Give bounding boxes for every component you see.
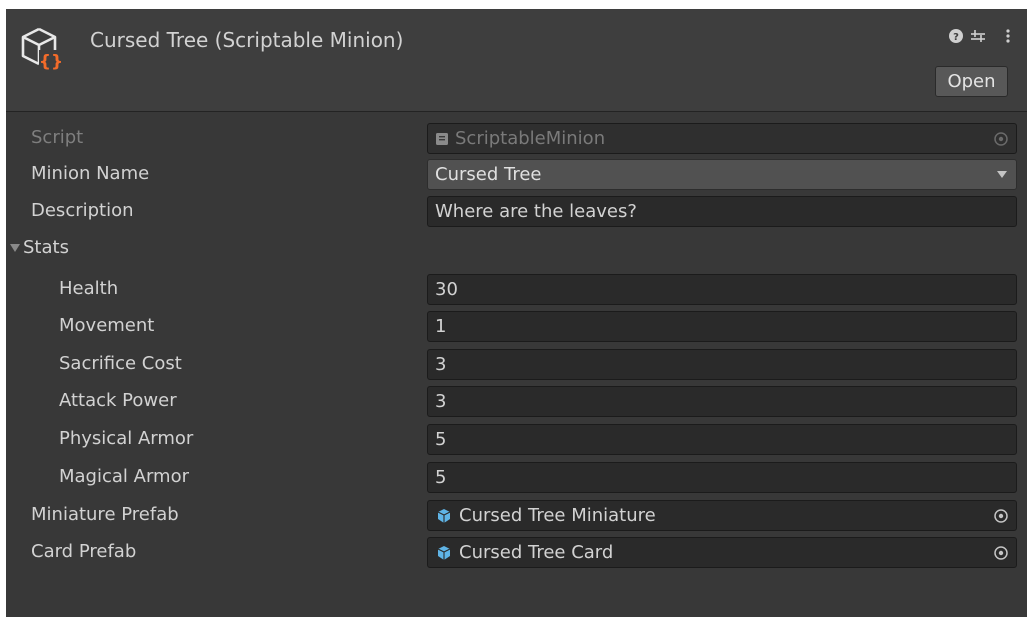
script-label: Script (31, 127, 84, 148)
sacrifice-cost-label: Sacrifice Cost (59, 353, 182, 374)
movement-row: Movement 1 (6, 308, 1027, 344)
object-picker-icon (994, 132, 1008, 146)
kebab-menu-icon[interactable] (998, 25, 1018, 47)
health-label: Health (59, 278, 119, 299)
magical-armor-label: Magical Armor (59, 466, 189, 487)
svg-text:{}: {} (39, 52, 63, 70)
miniature-prefab-row: Miniature Prefab Cursed Tree Miniature (6, 497, 1027, 533)
physical-armor-value: 5 (435, 429, 447, 450)
script-row: Script ScriptableMinion (6, 120, 1027, 156)
object-picker-icon[interactable] (993, 545, 1009, 561)
script-icon (436, 132, 448, 145)
physical-armor-row: Physical Armor 5 (6, 421, 1027, 457)
health-value: 30 (435, 279, 458, 300)
minion-name-dropdown[interactable]: Cursed Tree (427, 159, 1017, 190)
movement-label: Movement (59, 315, 155, 336)
stats-foldout[interactable]: Stats (6, 230, 1027, 266)
sacrifice-cost-row: Sacrifice Cost 3 (6, 346, 1027, 382)
scriptable-object-icon: {} (21, 27, 63, 70)
description-value: Where are the leaves? (435, 201, 637, 222)
movement-value: 1 (435, 316, 447, 337)
open-button[interactable]: Open (935, 66, 1008, 97)
inspector-title: Cursed Tree (Scriptable Minion) (90, 28, 404, 52)
physical-armor-field[interactable]: 5 (427, 424, 1017, 455)
card-prefab-value: Cursed Tree Card (459, 542, 614, 563)
object-picker-icon[interactable] (993, 508, 1009, 524)
preset-sliders-icon[interactable] (968, 25, 988, 47)
card-prefab-field[interactable]: Cursed Tree Card (427, 537, 1017, 568)
sacrifice-cost-field[interactable]: 3 (427, 349, 1017, 380)
description-field[interactable]: Where are the leaves? (427, 196, 1017, 227)
svg-text:?: ? (953, 32, 959, 43)
attack-power-field[interactable]: 3 (427, 386, 1017, 417)
foldout-arrow-icon[interactable] (10, 244, 20, 252)
prefab-cube-icon (437, 545, 451, 560)
attack-power-row: Attack Power 3 (6, 383, 1027, 419)
prefab-cube-icon (437, 508, 451, 523)
inspector-panel: {} Cursed Tree (Scriptable Minion) ? Ope… (6, 9, 1027, 617)
minion-name-row: Minion Name Cursed Tree (6, 156, 1027, 192)
health-row: Health 30 (6, 271, 1027, 307)
minion-name-value: Cursed Tree (435, 164, 542, 185)
health-field[interactable]: 30 (427, 274, 1017, 305)
card-prefab-row: Card Prefab Cursed Tree Card (6, 534, 1027, 570)
movement-field[interactable]: 1 (427, 311, 1017, 342)
help-icon[interactable]: ? (946, 25, 966, 47)
minion-name-label: Minion Name (31, 163, 150, 184)
miniature-prefab-label: Miniature Prefab (31, 504, 179, 525)
description-label: Description (31, 200, 134, 221)
miniature-prefab-field[interactable]: Cursed Tree Miniature (427, 500, 1017, 531)
chevron-down-icon (997, 171, 1007, 178)
description-row: Description Where are the leaves? (6, 193, 1027, 229)
sacrifice-cost-value: 3 (435, 354, 447, 375)
magical-armor-value: 5 (435, 467, 447, 488)
script-field: ScriptableMinion (427, 123, 1017, 154)
magical-armor-field[interactable]: 5 (427, 462, 1017, 493)
stats-label: Stats (23, 237, 69, 258)
attack-power-value: 3 (435, 391, 447, 412)
attack-power-label: Attack Power (59, 390, 177, 411)
card-prefab-label: Card Prefab (31, 541, 137, 562)
magical-armor-row: Magical Armor 5 (6, 459, 1027, 495)
inspector-header: {} Cursed Tree (Scriptable Minion) ? Ope… (6, 9, 1027, 112)
script-value: ScriptableMinion (455, 128, 606, 149)
physical-armor-label: Physical Armor (59, 428, 194, 449)
miniature-prefab-value: Cursed Tree Miniature (459, 505, 656, 526)
